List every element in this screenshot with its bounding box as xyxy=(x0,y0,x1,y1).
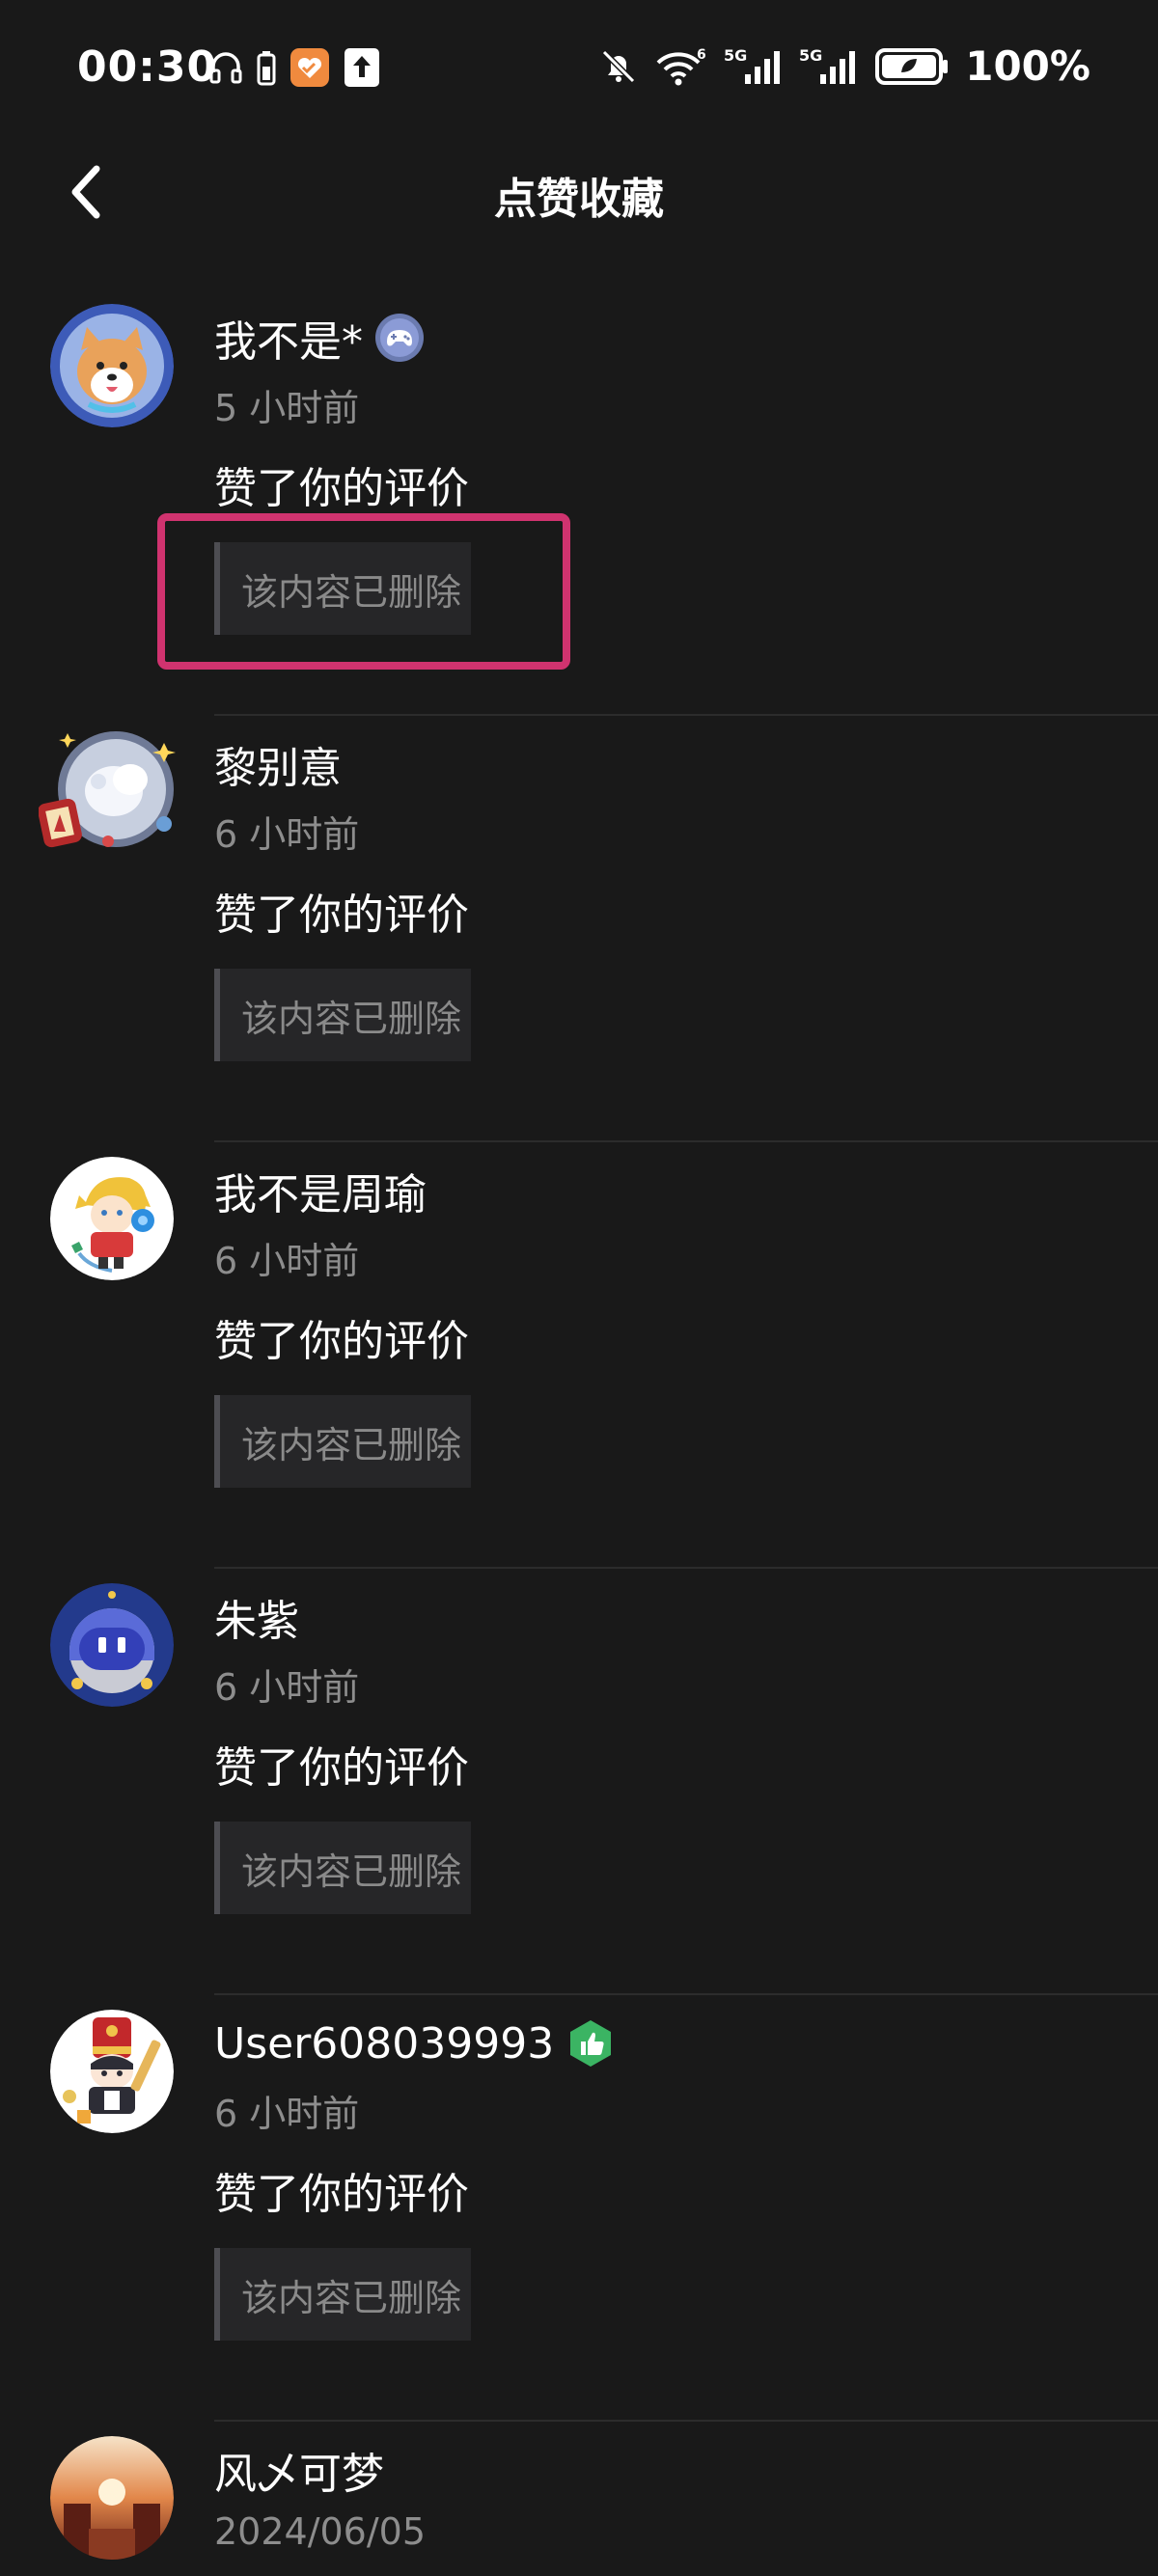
status-time: 00:30 xyxy=(77,42,218,92)
status-bar: 00:30 6 5G 5G 100% xyxy=(0,0,1158,145)
user-name[interactable]: 朱紫 xyxy=(214,1586,299,1648)
list-item[interactable]: 风乄可梦 2024/06/05 xyxy=(0,2422,1158,2576)
upload-icon xyxy=(343,46,381,89)
signal-5g-1-icon: 5G xyxy=(724,45,784,88)
list-item[interactable]: 朱紫 6 小时前 赞了你的评价 该内容已删除 xyxy=(0,1569,1158,1995)
thumbs-up-badge-icon xyxy=(565,2018,616,2069)
battery-leaf-icon xyxy=(874,47,950,86)
user-name[interactable]: 风乄可梦 xyxy=(214,2439,384,2501)
game-controller-badge-icon xyxy=(374,313,425,363)
deleted-content-box[interactable]: 该内容已删除 xyxy=(214,1395,471,1488)
top-nav-bar: 点赞收藏 xyxy=(0,145,1158,241)
list-item[interactable]: 黎别意 6 小时前 赞了你的评价 该内容已删除 xyxy=(0,716,1158,1142)
list-item[interactable]: User608039993 6 小时前 赞了你的评价 该内容已删除 xyxy=(0,1995,1158,2422)
avatar[interactable] xyxy=(50,304,174,427)
user-name-row: 风乄可梦 xyxy=(214,2441,384,2499)
avatar[interactable] xyxy=(50,2436,174,2560)
highlight-box xyxy=(157,513,570,670)
avatar[interactable] xyxy=(38,724,181,866)
user-name-row: 我不是* xyxy=(214,309,425,367)
page-title: 点赞收藏 xyxy=(494,175,664,224)
avatar[interactable] xyxy=(50,2010,174,2133)
headphones-icon xyxy=(207,49,244,86)
timestamp: 6 小时前 xyxy=(214,1240,360,1282)
user-name-row: 黎别意 xyxy=(214,735,342,793)
timestamp: 5 小时前 xyxy=(214,387,360,429)
timestamp: 6 小时前 xyxy=(214,2093,360,2135)
svg-text:6: 6 xyxy=(697,47,706,63)
svg-text:5G: 5G xyxy=(799,46,822,65)
action-text: 赞了你的评价 xyxy=(214,2170,469,2219)
user-name-row: 我不是周瑜 xyxy=(214,1162,427,1219)
user-name-row: 朱紫 xyxy=(214,1588,299,1646)
status-right-icons: 6 5G 5G 100% xyxy=(598,42,1090,90)
timestamp: 2024/06/05 xyxy=(214,2510,427,2553)
deleted-content-box[interactable]: 该内容已删除 xyxy=(214,2248,471,2341)
list-item[interactable]: 我不是* 5 小时前 赞了你的评价 该内容已删除 xyxy=(0,289,1158,716)
signal-5g-2-icon: 5G xyxy=(799,45,859,88)
timestamp: 6 小时前 xyxy=(214,1666,360,1709)
like-notification-list: 我不是* 5 小时前 赞了你的评价 该内容已删除 黎别意 6 小时前 赞了你的评… xyxy=(0,289,1158,2576)
status-left-icons xyxy=(207,46,381,89)
svg-text:5G: 5G xyxy=(724,46,747,65)
deleted-content-box[interactable]: 该内容已删除 xyxy=(214,1822,471,1914)
battery-percentage: 100% xyxy=(965,42,1090,90)
wifi-6-icon: 6 xyxy=(654,45,708,88)
avatar[interactable] xyxy=(50,1583,174,1707)
user-name[interactable]: 我不是* xyxy=(214,307,363,369)
avatar[interactable] xyxy=(50,1157,174,1280)
action-text: 赞了你的评价 xyxy=(214,1317,469,1366)
timestamp: 6 小时前 xyxy=(214,813,360,856)
user-name[interactable]: 黎别意 xyxy=(214,733,342,795)
action-text: 赞了你的评价 xyxy=(214,464,469,513)
action-text: 赞了你的评价 xyxy=(214,891,469,940)
list-item[interactable]: 我不是周瑜 6 小时前 赞了你的评价 该内容已删除 xyxy=(0,1142,1158,1569)
battery-small-icon xyxy=(256,49,277,86)
action-text: 赞了你的评价 xyxy=(214,1743,469,1793)
user-name[interactable]: User608039993 xyxy=(214,2019,554,2069)
app-heart-icon xyxy=(289,46,331,89)
user-name[interactable]: 我不是周瑜 xyxy=(214,1160,427,1221)
user-name-row: User608039993 xyxy=(214,2014,616,2072)
deleted-content-box[interactable]: 该内容已删除 xyxy=(214,969,471,1061)
bell-mute-icon xyxy=(598,46,639,87)
